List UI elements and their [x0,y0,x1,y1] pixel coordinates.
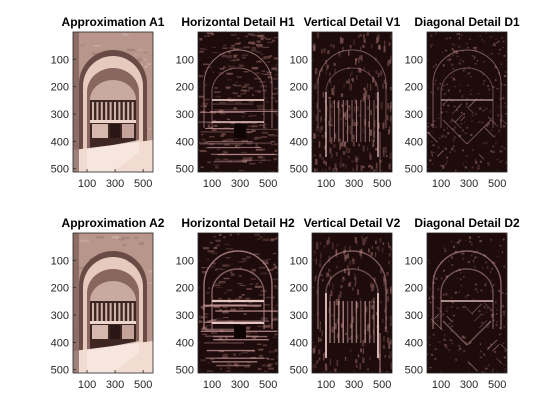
y-tick-label: 100 [51,255,69,267]
panel-horizontal-1: Horizontal Detail H1 100 200 300 400 500 100 30… [176,15,295,190]
panel-title: Horizontal Detail H1 [181,15,295,29]
y-tick-label: 300 [290,310,308,322]
panel-title: Vertical Detail V1 [304,15,401,29]
panel-horizontal-2: Horizontal Detail H2 100 200 300 400 500 100 30… [176,216,295,391]
x-tick-label: 500 [373,178,391,190]
y-tick-label: 300 [290,109,308,121]
y-tick-label: 400 [51,136,69,148]
x-tick-label: 500 [259,379,277,391]
panel-vertical-1: Vertical Detail V1 100 200 300 400 500 100 300 5… [290,15,401,190]
x-tick-label: 500 [134,379,152,391]
y-tick-label: 400 [176,136,194,148]
panel-title: Approximation A2 [62,216,165,230]
x-tick-label: 300 [460,379,478,391]
y-tick-label: 500 [176,365,194,377]
vertical-detail-image [312,32,392,172]
panel-title: Vertical Detail V2 [304,216,401,230]
y-tick-label: 100 [176,255,194,267]
y-tick-label: 500 [405,365,423,377]
y-tick-label: 200 [176,82,194,94]
y-tick-label: 400 [405,136,423,148]
panel-title: Diagonal Detail D1 [414,15,520,29]
y-tick-label: 100 [290,54,308,66]
x-tick-label: 300 [231,379,249,391]
approximation-image [73,233,153,373]
y-tick-label: 400 [290,337,308,349]
x-tick-label: 500 [373,379,391,391]
x-tick-label: 500 [488,178,506,190]
x-tick-label: 100 [432,178,450,190]
y-tick-label: 500 [51,164,69,176]
x-tick-label: 100 [432,379,450,391]
x-tick-label: 500 [488,379,506,391]
panel-approximation-1: Approximation A1 100 200 300 400 500 100 300 500 [51,15,165,190]
x-tick-label: 100 [203,178,221,190]
y-tick-label: 400 [51,337,69,349]
panel-approximation-2: Approximation A2 100 200 300 400 500 100 300 500 [51,216,165,391]
x-tick-label: 300 [345,379,363,391]
x-tick-label: 500 [134,178,152,190]
y-tick-label: 200 [405,283,423,295]
x-tick-label: 300 [231,178,249,190]
y-tick-label: 200 [176,283,194,295]
y-tick-label: 300 [405,310,423,322]
y-tick-label: 400 [290,136,308,148]
y-tick-label: 300 [176,109,194,121]
x-tick-label: 100 [78,379,96,391]
approximation-image [73,32,153,172]
y-tick-label: 500 [290,164,308,176]
x-tick-label: 300 [460,178,478,190]
y-tick-label: 200 [290,283,308,295]
panel-diagonal-2: Diagonal Detail D2 100 200 300 400 500 100 300 5… [405,216,520,391]
y-tick-label: 200 [51,283,69,295]
y-tick-label: 200 [51,82,69,94]
x-tick-label: 100 [203,379,221,391]
y-tick-label: 300 [176,310,194,322]
x-tick-label: 500 [259,178,277,190]
x-tick-label: 300 [345,178,363,190]
y-tick-label: 300 [51,310,69,322]
diagonal-detail-image [427,233,507,373]
panel-diagonal-1: Diagonal Detail D1 100 200 300 400 500 100 300 5… [405,15,520,190]
y-tick-label: 100 [405,255,423,267]
y-tick-label: 400 [176,337,194,349]
y-tick-label: 200 [290,82,308,94]
x-tick-label: 300 [106,379,124,391]
y-tick-label: 500 [51,365,69,377]
y-tick-label: 300 [51,109,69,121]
y-tick-label: 400 [405,337,423,349]
y-tick-label: 100 [51,54,69,66]
panel-title: Approximation A1 [62,15,165,29]
x-tick-label: 300 [106,178,124,190]
x-tick-label: 100 [78,178,96,190]
figure: Approximation A1 100 200 300 400 500 100 300 500… [51,15,520,391]
panel-title: Diagonal Detail D2 [414,216,520,230]
y-tick-label: 200 [405,82,423,94]
vertical-detail-image [312,233,392,373]
y-tick-label: 100 [290,255,308,267]
panel-title: Horizontal Detail H2 [181,216,295,230]
y-tick-label: 100 [176,54,194,66]
x-tick-label: 100 [317,379,335,391]
y-tick-label: 500 [290,365,308,377]
y-tick-label: 500 [176,164,194,176]
panel-vertical-2: Vertical Detail V2 100 200 300 400 500 100 300 5… [290,216,401,391]
x-tick-label: 100 [317,178,335,190]
y-tick-label: 300 [405,109,423,121]
diagonal-detail-image [427,32,507,172]
horizontal-detail-image [198,32,278,172]
y-tick-label: 500 [405,164,423,176]
y-tick-label: 100 [405,54,423,66]
